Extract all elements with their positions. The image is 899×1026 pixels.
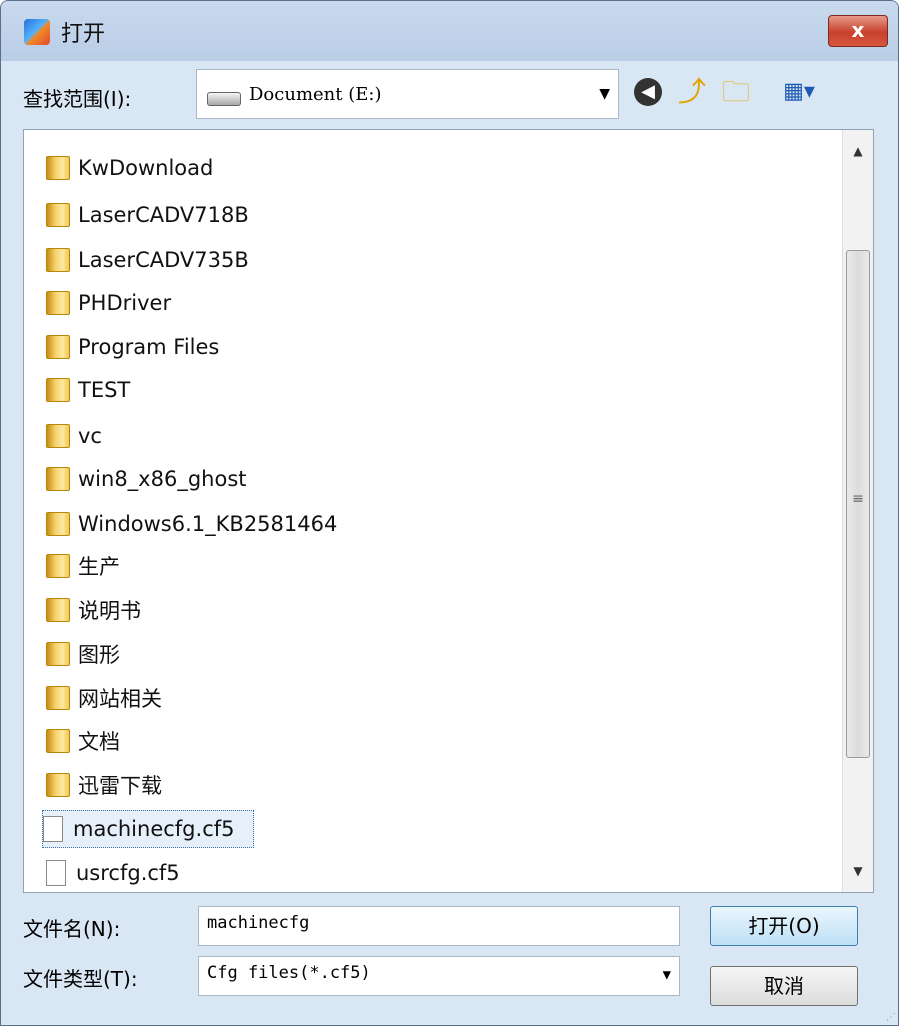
app-logo-icon xyxy=(24,19,50,45)
item-label: PHDriver xyxy=(78,291,172,315)
new-folder-icon[interactable]: 🗀 xyxy=(719,75,753,109)
list-item[interactable]: PHDriver xyxy=(46,284,171,322)
file-type-dropdown[interactable]: Cfg files(*.cf5) ▼ xyxy=(198,956,680,996)
list-item[interactable]: LaserCADV718B xyxy=(46,196,249,234)
item-label: KwDownload xyxy=(78,156,214,180)
list-item[interactable]: vc xyxy=(46,417,102,455)
view-menu-icon[interactable]: ▦▾ xyxy=(771,75,827,109)
file-type-label: 文件类型(T): xyxy=(23,967,138,991)
up-folder-icon[interactable]: ⤴ xyxy=(675,75,709,109)
back-icon[interactable]: ◀ xyxy=(631,75,665,109)
look-in-value: Document (E:) xyxy=(249,84,382,105)
vertical-scrollbar[interactable]: ▲ ≡ ▼ xyxy=(842,130,873,892)
item-label: usrcfg.cf5 xyxy=(76,861,180,885)
title-bar: 打开 x xyxy=(1,1,898,61)
item-label: LaserCADV735B xyxy=(78,248,249,272)
folder-icon xyxy=(46,335,70,359)
list-item[interactable]: LaserCADV735B xyxy=(46,241,249,279)
scroll-up-arrow-icon[interactable]: ▲ xyxy=(843,136,873,166)
folder-icon xyxy=(46,156,70,180)
item-label: 网站相关 xyxy=(78,687,162,711)
list-item-selected[interactable]: machinecfg.cf5 xyxy=(42,810,254,848)
file-name-input[interactable]: machinecfg xyxy=(198,906,680,946)
list-item[interactable]: TEST xyxy=(46,371,130,409)
chevron-down-icon[interactable]: ▼ xyxy=(599,86,610,102)
chevron-down-icon[interactable]: ▼ xyxy=(663,967,671,983)
item-label: TEST xyxy=(78,378,131,402)
file-list[interactable]: KwDownload LaserCADV718B LaserCADV735B P… xyxy=(23,129,874,893)
file-name-label: 文件名(N): xyxy=(23,917,121,941)
folder-icon xyxy=(46,203,70,227)
item-label: Windows6.1_KB2581464 xyxy=(78,512,338,536)
item-label: 迅雷下载 xyxy=(78,774,162,798)
drive-icon xyxy=(207,92,241,106)
scrollbar-thumb[interactable]: ≡ xyxy=(846,250,870,758)
list-item[interactable]: 迅雷下载 xyxy=(46,766,162,804)
item-label: machinecfg.cf5 xyxy=(73,817,235,841)
item-label: 说明书 xyxy=(78,599,141,623)
folder-icon xyxy=(46,598,70,622)
look-in-dropdown[interactable]: Document (E:) ▼ xyxy=(196,69,619,119)
list-item[interactable]: usrcfg.cf5 xyxy=(46,854,180,892)
scroll-down-arrow-icon[interactable]: ▼ xyxy=(843,856,873,886)
window-title: 打开 xyxy=(61,22,106,47)
grip-icon: ≡ xyxy=(852,491,864,507)
folder-icon xyxy=(46,467,70,491)
open-file-dialog: 打开 x 查找范围(I): Document (E:) ▼ ◀ ⤴ 🗀 ▦▾ K… xyxy=(0,0,899,1026)
list-item[interactable]: 文档 xyxy=(46,722,120,760)
list-item[interactable]: KwDownload xyxy=(46,149,213,187)
list-item[interactable]: 生产 xyxy=(46,547,120,585)
file-icon xyxy=(43,816,63,842)
cancel-button[interactable]: 取消 xyxy=(710,966,858,1006)
folder-icon xyxy=(46,554,70,578)
item-label: vc xyxy=(78,424,102,448)
folder-icon xyxy=(46,512,70,536)
file-icon xyxy=(46,860,66,886)
look-in-label: 查找范围(I): xyxy=(23,87,132,111)
list-item[interactable]: Windows6.1_KB2581464 xyxy=(46,505,337,543)
folder-icon xyxy=(46,729,70,753)
item-label: win8_x86_ghost xyxy=(78,467,247,491)
resize-grip-icon[interactable]: ⋰ xyxy=(886,1012,896,1023)
open-button[interactable]: 打开(O) xyxy=(710,906,858,946)
folder-icon xyxy=(46,424,70,448)
item-label: LaserCADV718B xyxy=(78,203,249,227)
list-item[interactable]: win8_x86_ghost xyxy=(46,460,247,498)
folder-icon xyxy=(46,291,70,315)
item-label: Program Files xyxy=(78,335,220,359)
item-label: 图形 xyxy=(78,643,120,667)
list-item[interactable]: 图形 xyxy=(46,635,120,673)
folder-icon xyxy=(46,248,70,272)
item-label: 文档 xyxy=(78,730,120,754)
list-item[interactable]: Program Files xyxy=(46,328,219,366)
item-label: 生产 xyxy=(78,555,120,579)
folder-icon xyxy=(46,773,70,797)
list-item[interactable]: 说明书 xyxy=(46,591,141,629)
list-item[interactable]: 网站相关 xyxy=(46,679,162,717)
file-type-value: Cfg files(*.cf5) xyxy=(207,963,371,983)
folder-icon xyxy=(46,642,70,666)
folder-icon xyxy=(46,686,70,710)
folder-icon xyxy=(46,378,70,402)
close-button[interactable]: x xyxy=(828,15,888,47)
